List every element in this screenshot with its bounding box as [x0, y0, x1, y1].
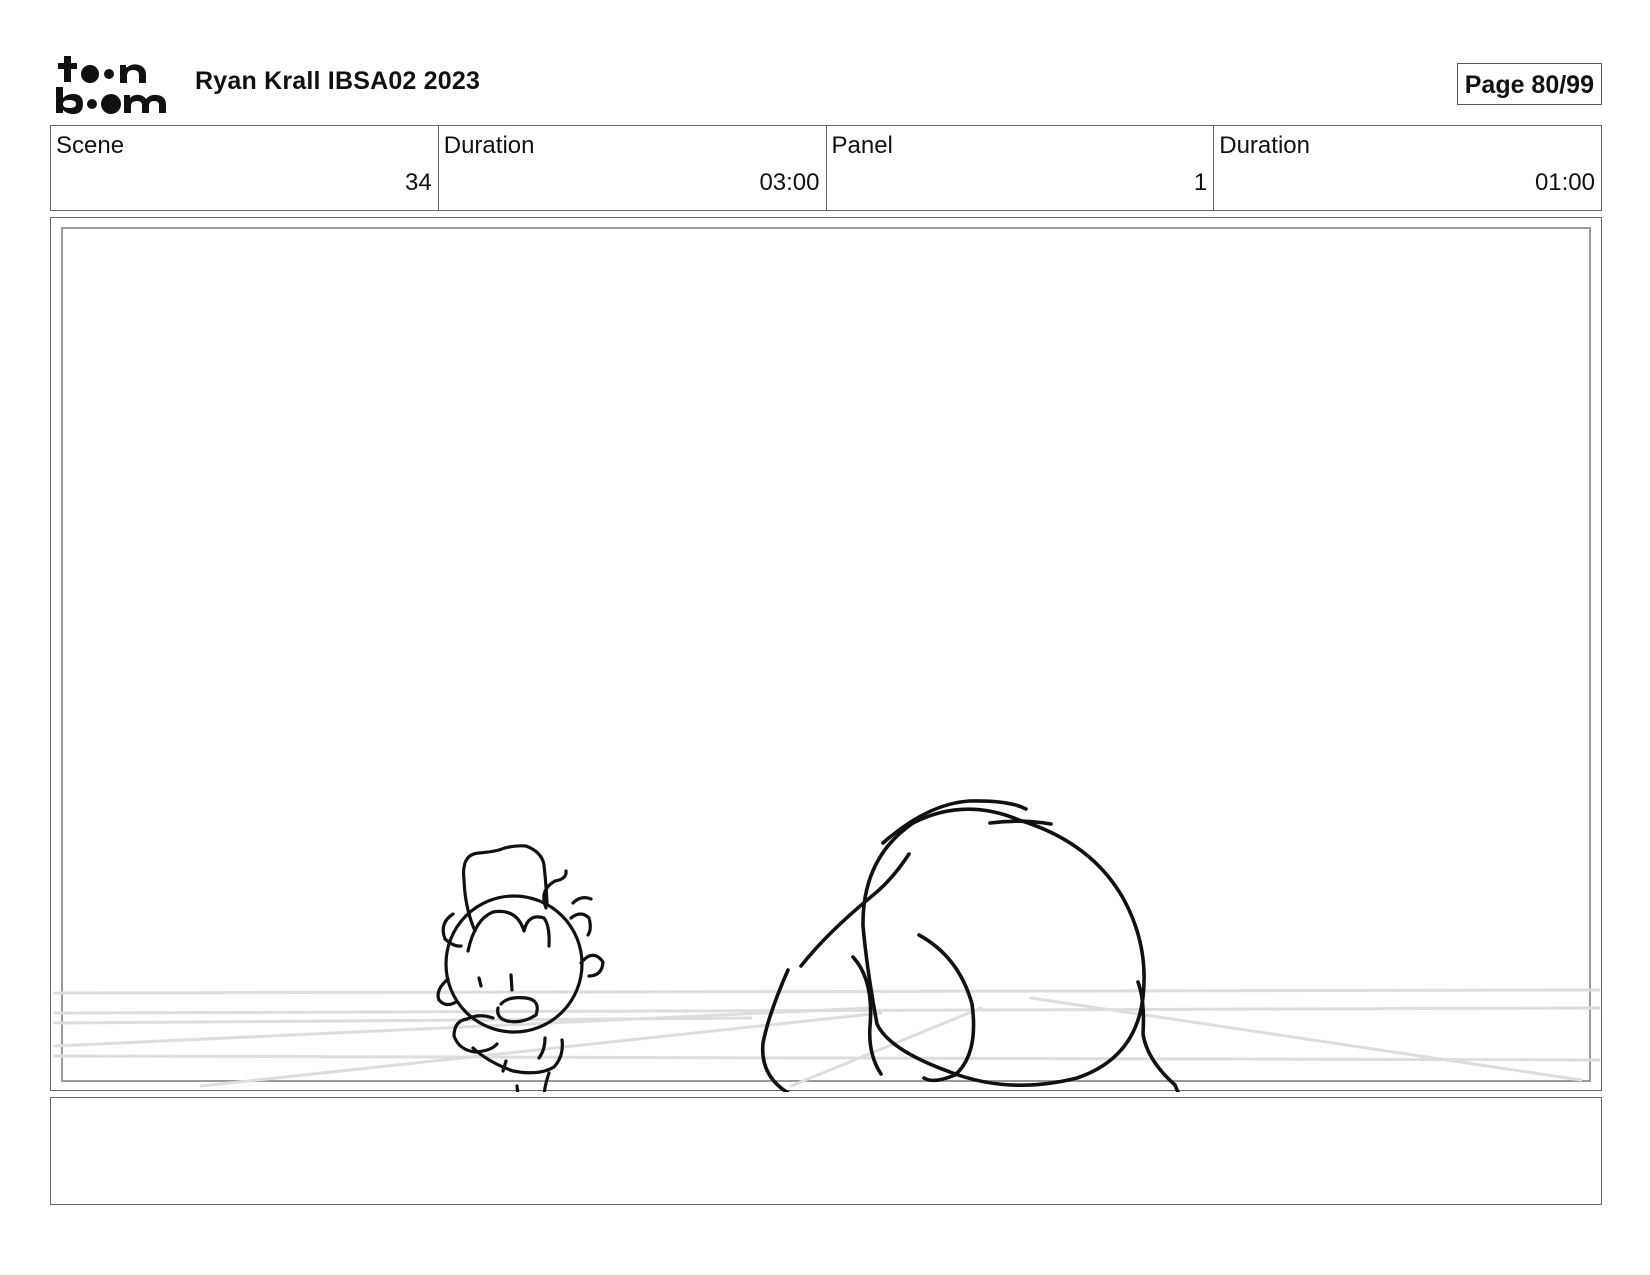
scene-duration-value: 03:00 [759, 169, 820, 196]
scene-value: 34 [405, 169, 432, 196]
scene-label: Scene [56, 132, 125, 159]
boy-character [436, 844, 605, 1092]
panel-duration-value: 01:00 [1534, 169, 1595, 196]
scene-duration-label: Duration [443, 132, 535, 159]
panel-duration-cell: Duration 01:00 [1214, 126, 1601, 210]
panel-label: Panel [831, 132, 893, 159]
ground-lines [53, 988, 1601, 1088]
toon-boom-logo [56, 56, 166, 114]
document-title: Ryan Krall IBSA02 2023 [195, 67, 481, 95]
panel-notes [50, 1097, 1602, 1205]
page-header: Ryan Krall IBSA02 2023 Page 80/99 [50, 50, 1602, 120]
panel-sketch [53, 799, 1601, 1092]
panel-value: 1 [1193, 169, 1208, 196]
scene-cell: Scene 34 [51, 126, 439, 210]
blob-creature [760, 799, 1180, 1092]
scene-duration-cell: Duration 03:00 [439, 126, 827, 210]
page-indicator: Page 80/99 [1456, 63, 1602, 105]
storyboard-panel [50, 217, 1602, 1092]
panel-duration-label: Duration [1219, 132, 1310, 159]
info-table: Scene 34 Duration 03:00 Panel 1 Duration… [50, 125, 1602, 211]
panel-cell: Panel 1 [827, 126, 1215, 210]
